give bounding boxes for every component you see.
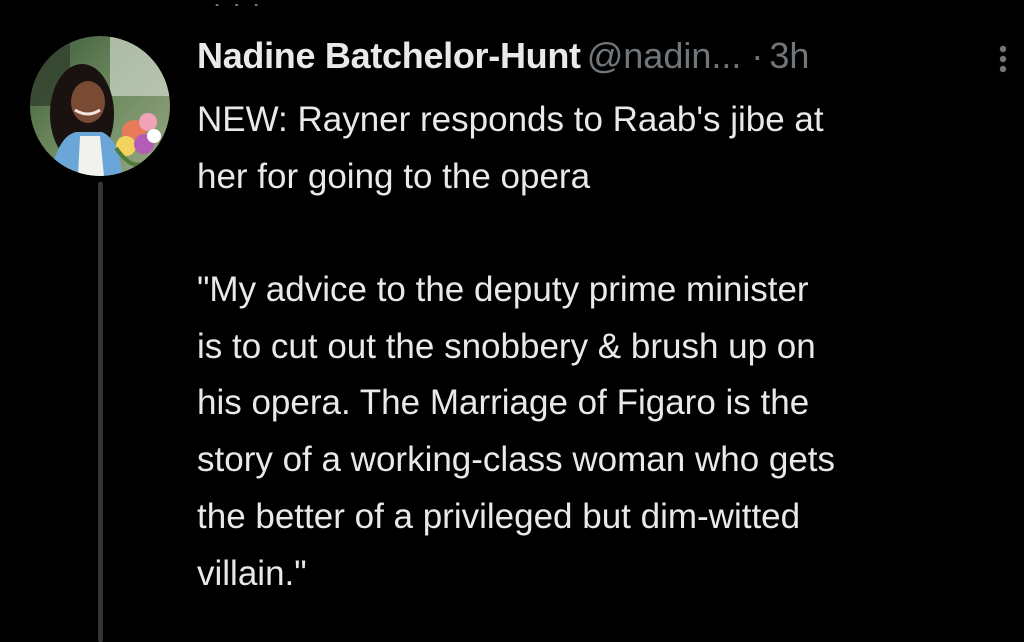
previous-tweet-fragment: ' , , , (196, 0, 262, 6)
tweet-text-line: NEW: Rayner responds to Raab's jibe at (197, 100, 824, 139)
tweet-text-line: story of a working-class woman who gets (197, 440, 836, 480)
separator: · (751, 35, 764, 76)
tweet-text-line: villain." (197, 553, 307, 593)
tweet-text-line: his opera. The Marriage of Figaro is the (197, 383, 810, 423)
avatar-image (30, 36, 170, 176)
tweet-text: NEW: Rayner responds to Raab's jibe at h… (197, 92, 1024, 602)
thread-line (98, 182, 103, 642)
tweet-text-line: her for going to the opera (197, 156, 591, 196)
tweet-text-line: is to cut out the snobbery & brush up on (197, 326, 816, 366)
display-name[interactable]: Nadine Batchelor-Hunt (197, 35, 581, 76)
tweet[interactable]: ' , , , (0, 0, 1024, 642)
timestamp[interactable]: 3h (769, 35, 809, 76)
tweet-text-line: "My advice to the deputy prime minister (197, 270, 809, 310)
avatar[interactable] (30, 36, 170, 176)
tweet-text-line: the better of a privileged but dim-witte… (197, 496, 801, 536)
more-vertical-icon[interactable] (993, 40, 1013, 76)
tweet-header: Nadine Batchelor-Hunt @nadin... · 3h (197, 32, 1017, 80)
handle[interactable]: @nadin... (587, 35, 742, 76)
